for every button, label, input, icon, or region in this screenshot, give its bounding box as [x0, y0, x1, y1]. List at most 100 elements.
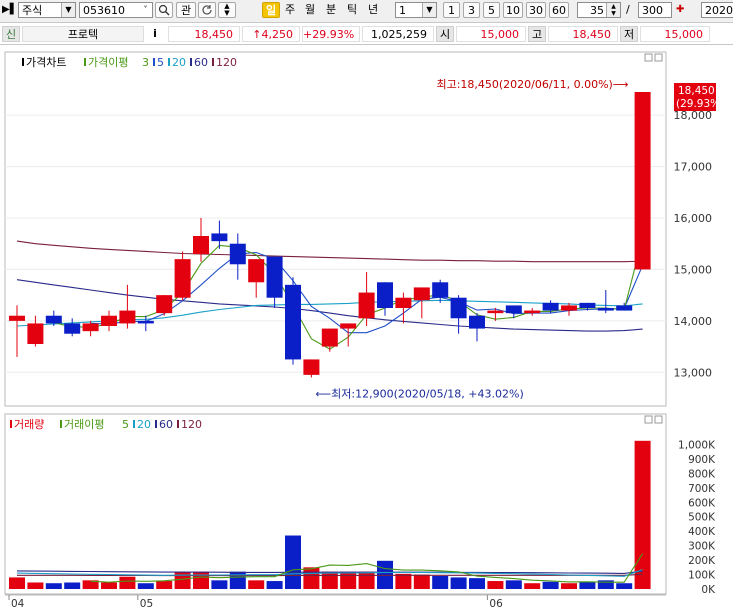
interval-1-button[interactable]: 1	[443, 2, 460, 18]
candle-body	[229, 243, 246, 265]
volume-bar	[395, 573, 412, 589]
price-tick-label: 15,000	[674, 263, 713, 276]
candle-body	[469, 315, 485, 329]
interval-3-button[interactable]: 3	[463, 2, 480, 18]
legend-swatch	[155, 420, 157, 428]
candle-body	[174, 259, 191, 298]
candle-body	[358, 292, 375, 319]
date-axis: 04 05 06	[5, 594, 666, 610]
candle-body	[597, 308, 614, 311]
date-tick-label: 06	[489, 598, 503, 610]
candle-body	[119, 310, 136, 324]
legend-swatch	[212, 58, 214, 66]
period-week[interactable]: 주	[285, 2, 299, 18]
search-button[interactable]	[155, 2, 173, 18]
watchlist-button[interactable]: 관	[176, 2, 196, 18]
price-tick-label: 18,000	[674, 109, 713, 122]
interval-60-button[interactable]: 60	[549, 2, 569, 18]
volume-bar	[156, 581, 173, 589]
legend-swatch	[84, 58, 86, 66]
search-icon	[158, 4, 170, 16]
stock-chart: 가격차트 가격이평 3 5 20 60 120 18,00017,00016,00015,0…	[4, 51, 724, 610]
high-price: 18,450	[548, 26, 618, 42]
candle-body	[9, 315, 25, 321]
chevron-down-icon[interactable]: ▼	[422, 3, 436, 17]
volume-bar	[561, 583, 577, 589]
volume-bar	[321, 571, 338, 589]
volume-tick-label: 900K	[688, 454, 716, 466]
price-tick-label: 16,000	[674, 212, 713, 225]
legend-label: 거래이평	[64, 418, 104, 431]
volume-tick-label: 0K	[701, 584, 716, 596]
candle-body	[101, 315, 117, 326]
chevron-down-icon[interactable]: ▼	[61, 3, 75, 17]
volume-bar	[266, 581, 283, 589]
volume-bar	[285, 535, 301, 589]
interval-select[interactable]: 1 ▼	[395, 2, 437, 18]
chevron-down-icon[interactable]: ˅	[139, 3, 152, 17]
stepper-button[interactable]: ▲ ▼	[218, 2, 236, 18]
date-tick-label: 05	[140, 598, 153, 610]
volume-bar	[450, 577, 467, 589]
legend-label: 가격이평	[88, 56, 128, 69]
legend-label: 120	[181, 418, 202, 431]
volume-bar	[193, 571, 209, 589]
volume-bar	[340, 571, 357, 589]
legend-swatch	[60, 420, 62, 428]
low-label: 저	[620, 26, 638, 42]
volume-bar	[579, 582, 596, 589]
market-select-value: 주식	[22, 4, 43, 17]
candle-body	[303, 359, 320, 375]
interval-30-button[interactable]: 30	[526, 2, 546, 18]
volume-bar	[542, 581, 559, 589]
total-count-field[interactable]: 300	[638, 2, 672, 18]
market-select[interactable]: 주식 ▼	[18, 2, 76, 18]
candle-body	[82, 323, 99, 332]
volume-bar	[432, 575, 449, 589]
candle-body	[450, 297, 467, 319]
volume-bar	[119, 576, 136, 589]
interval-10-button[interactable]: 10	[503, 2, 523, 18]
volume-bar	[101, 582, 117, 589]
volume-bar	[9, 577, 25, 589]
chart-settings-icon[interactable]: ✚	[676, 2, 690, 18]
open-price: 15,000	[456, 26, 526, 42]
menu-icon[interactable]: ▶▌	[2, 2, 17, 18]
info-button[interactable]: i	[148, 26, 162, 42]
volume-tick-label: 800K	[688, 468, 716, 480]
candle-body	[542, 302, 559, 311]
last-percent-label: (29.93%)	[676, 98, 724, 110]
refresh-button[interactable]	[198, 2, 216, 18]
count-value: 35	[590, 4, 604, 17]
candle-body	[45, 315, 62, 324]
candle-body	[561, 305, 577, 311]
volume-bar	[616, 583, 633, 589]
volume-axis: 1,000K 900K 800K 700K 600K 500K 400K 300K 200K 10…	[678, 439, 716, 596]
low-annotation: ⟵최저:12,900(2020/05/18, +43.02%)	[315, 387, 523, 400]
price-change: ↑4,250	[242, 26, 300, 42]
volume-bar	[45, 583, 62, 589]
volume-value: 1,025,259	[362, 26, 434, 42]
period-tick[interactable]: 틱	[347, 2, 361, 18]
volume-bar	[505, 580, 522, 589]
volume-bar	[487, 581, 504, 589]
legend-swatch	[190, 58, 192, 66]
refresh-icon	[202, 5, 212, 15]
period-year[interactable]: 년	[368, 2, 382, 18]
date-field[interactable]: 2020/	[701, 2, 733, 18]
period-month[interactable]: 월	[305, 2, 319, 18]
count-stepper[interactable]: 35 ▲ ▼	[577, 2, 621, 18]
volume-bar	[358, 571, 375, 589]
volume-tick-label: 600K	[688, 497, 716, 509]
stock-code-input[interactable]: 053610 ˅	[79, 2, 153, 18]
volume-tick-label: 400K	[688, 526, 716, 538]
period-minute[interactable]: 분	[326, 2, 340, 18]
interval-5-button[interactable]: 5	[483, 2, 500, 18]
price-tick-label: 17,000	[674, 161, 713, 174]
current-price: 18,450	[168, 26, 240, 42]
candle-body	[266, 256, 283, 298]
stepper-arrows-icon[interactable]: ▲ ▼	[606, 3, 620, 17]
legend-label: 5	[157, 56, 164, 69]
period-day[interactable]: 일	[262, 2, 280, 18]
toolbar: ▶▌ 주식 ▼ 053610 ˅ 관 ▲ ▼ 일 주 월 분 틱 년 1 ▼ 1 …	[0, 0, 733, 23]
